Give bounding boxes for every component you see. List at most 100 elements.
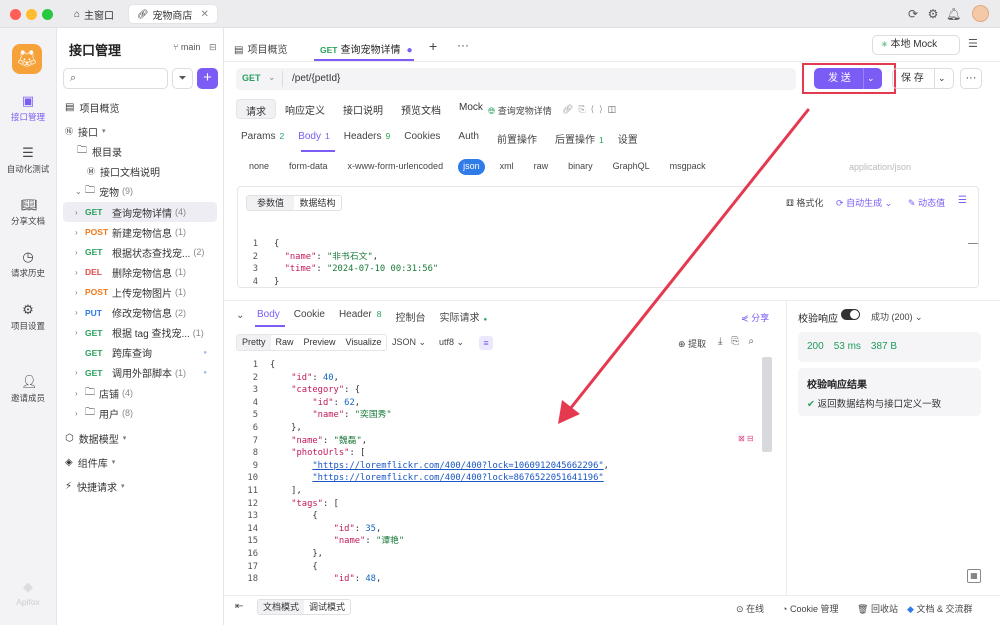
params-tab[interactable]: Body 1: [298, 131, 330, 147]
tree-folder-pet[interactable]: ⌄ 🗀︎ 宠物 (9): [75, 181, 133, 201]
url-input[interactable]: /pet/{petId}: [292, 73, 340, 84]
rail-share-docs[interactable]: 📖︎ 分享文档: [0, 198, 56, 227]
request-body-code[interactable]: { "name": "非书石文", "time": "2024-07-10 00…: [274, 238, 438, 288]
search-input[interactable]: [84, 71, 164, 86]
tab-pet-shop[interactable]: 🔗︎ 宠物商店 ✕: [128, 4, 218, 24]
subtab[interactable]: Mock: [450, 99, 492, 119]
rail-api-management[interactable]: ▣ 接口管理: [0, 94, 56, 123]
body-type-option[interactable]: raw: [529, 159, 554, 175]
gear-icon[interactable]: ⚙: [926, 7, 940, 21]
extract-button[interactable]: ⊕ 提取: [678, 337, 706, 350]
response-tab[interactable]: Header 8: [339, 309, 382, 325]
response-tab[interactable]: 控制台: [395, 309, 425, 325]
rail-history[interactable]: ◷ 请求历史: [0, 250, 56, 279]
copy-icon[interactable]: ⎘: [578, 104, 590, 114]
sync-icon[interactable]: ⟳: [906, 7, 920, 21]
tree-api-item[interactable]: › GET 调用外部脚本 (1) ●: [63, 363, 217, 383]
method-select[interactable]: GET: [242, 73, 261, 83]
body-type-option[interactable]: x-www-form-urlencoded: [343, 159, 449, 175]
tree-api-item[interactable]: › GET 根据状态查找宠... (2): [63, 242, 217, 262]
response-tab[interactable]: 实际请求 ●: [439, 309, 487, 325]
validate-status-select[interactable]: 成功 (200) ⌄: [871, 310, 923, 323]
body-type-option[interactable]: GraphQL: [608, 159, 655, 175]
wrap-lines-icon[interactable]: ≡: [479, 336, 493, 350]
tree-api-item[interactable]: GET 跨库查询 ●: [63, 343, 217, 363]
save-button[interactable]: 保 存 ⌄: [892, 68, 954, 89]
more-actions-button[interactable]: ···: [960, 68, 982, 89]
send-button[interactable]: 发 送 ⌄: [814, 68, 882, 89]
subtab[interactable]: 请求: [236, 99, 276, 119]
rail-auto-test[interactable]: ☰ 自动化测试: [0, 146, 56, 175]
chevron-down-icon[interactable]: ⌄: [867, 68, 875, 89]
collapse-panel-icon[interactable]: ⇤: [235, 601, 243, 612]
subtab[interactable]: 接口说明: [334, 99, 392, 119]
dynamic-value-button[interactable]: ✎ 动态值: [908, 196, 945, 209]
response-view-option[interactable]: Preview: [299, 335, 341, 350]
body-type-option[interactable]: binary: [563, 159, 598, 175]
tree-project-overview[interactable]: ▤ 项目概览: [65, 97, 119, 117]
encoding-select[interactable]: utf8 ⌄: [439, 337, 464, 348]
body-type-option[interactable]: json: [458, 159, 485, 175]
panel-icon[interactable]: ◫: [608, 104, 622, 114]
tree-api-item[interactable]: › POST 新建宠物信息 (1): [63, 222, 217, 242]
search-box[interactable]: ⌕: [63, 68, 168, 89]
close-window-button[interactable]: [10, 9, 21, 20]
list-settings-icon[interactable]: ☰: [958, 195, 967, 206]
tree-api-item[interactable]: › PUT 修改宠物信息 (2): [63, 303, 217, 323]
params-tab[interactable]: Cookies: [404, 131, 444, 147]
download-icon[interactable]: ⤓: [718, 336, 731, 347]
tree-components[interactable]: ◈ 组件库 ▾: [65, 452, 115, 472]
env-selector[interactable]: ✳ 本地 Mock: [872, 35, 960, 55]
bell-icon[interactable]: 🔔︎: [946, 7, 961, 21]
copy-icon[interactable]: ⎘: [731, 336, 748, 347]
validate-toggle[interactable]: [841, 309, 860, 320]
tab-current-api[interactable]: GET 查询宠物详情 ●: [314, 36, 419, 60]
collapse-sidebar-icon[interactable]: ⊟: [209, 42, 217, 53]
subtab[interactable]: 响应定义: [276, 99, 334, 119]
params-tab[interactable]: 后置操作 1: [555, 131, 604, 147]
format-select[interactable]: JSON ⌄: [392, 337, 426, 348]
share-button[interactable]: ⋞ 分享: [741, 311, 769, 324]
inline-tools-icon[interactable]: ⊠ ⊟: [738, 434, 754, 443]
response-view-option[interactable]: Visualize: [341, 335, 387, 350]
tree-api-item[interactable]: › GET 根据 tag 查找宠... (1): [63, 323, 217, 343]
params-tab[interactable]: Params 2: [241, 131, 284, 147]
params-tab[interactable]: Headers 9: [344, 131, 391, 147]
collapse-response-icon[interactable]: ⌄: [236, 310, 244, 321]
body-type-option[interactable]: xml: [495, 159, 519, 175]
more-tabs-icon[interactable]: ···: [457, 38, 469, 52]
rail-invite[interactable]: 👤︎ 邀请成员: [0, 375, 56, 404]
minimize-window-button[interactable]: [26, 9, 37, 20]
tree-quick-request[interactable]: ⚡︎ 快捷请求 ▾: [65, 476, 125, 496]
maximize-window-button[interactable]: [42, 9, 53, 20]
cookie-manager-button[interactable]: ◔ Cookie 管理: [782, 602, 838, 615]
tree-data-models[interactable]: ⬡ 数据模型 ▾: [65, 428, 126, 448]
debug-mode-button[interactable]: 调试模式: [304, 600, 351, 614]
format-button[interactable]: ⚅ 格式化: [786, 196, 823, 209]
project-logo[interactable]: 🦊︎: [12, 44, 42, 74]
chevron-down-icon[interactable]: ⌄: [938, 69, 946, 88]
params-tab[interactable]: 前置操作: [497, 131, 541, 147]
response-code-view[interactable]: 1 2 3 4 5 6 7 8 9 10 11 12 13 14 15 16 17 18 { "id": 40, …: [236, 357, 773, 583]
subtab[interactable]: 预览文档: [392, 99, 450, 119]
trash-button[interactable]: 🗑︎ 回收站: [857, 602, 898, 615]
params-tab[interactable]: 设置: [618, 131, 642, 147]
online-status[interactable]: ⊙ 在线: [736, 602, 764, 615]
body-type-option[interactable]: form-data: [284, 159, 333, 175]
response-view-option[interactable]: Pretty: [237, 335, 271, 350]
response-view-option[interactable]: Raw: [271, 335, 299, 350]
close-tab-icon[interactable]: ✕: [200, 9, 208, 20]
avatar[interactable]: [972, 5, 989, 22]
tree-api[interactable]: ⑯ 接口 ▾: [65, 121, 106, 141]
tab-data-structure[interactable]: 数据结构: [294, 196, 341, 210]
tree-folder-user[interactable]: › 🗀︎ 用户 (8): [75, 403, 133, 423]
link-icon[interactable]: 🔗︎: [562, 104, 578, 114]
response-tab[interactable]: Cookie: [294, 309, 325, 325]
new-tab-button[interactable]: +: [429, 38, 437, 54]
code-icon[interactable]: ⟨⟩: [591, 104, 608, 114]
response-tab[interactable]: Body: [257, 309, 280, 325]
branch-selector[interactable]: ⑂ main: [173, 42, 200, 52]
tree-api-item[interactable]: › DEL 删除宠物信息 (1): [63, 262, 217, 282]
body-type-option[interactable]: none: [244, 159, 274, 175]
body-type-option[interactable]: msgpack: [665, 159, 711, 175]
